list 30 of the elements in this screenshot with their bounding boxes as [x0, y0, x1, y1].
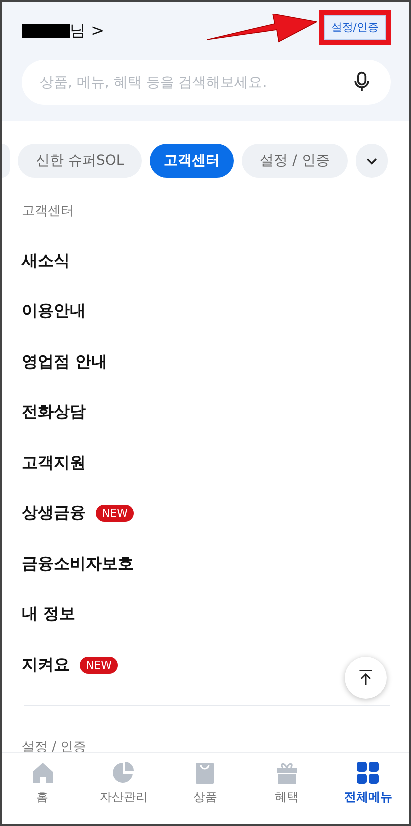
menu-item[interactable]: 영업점 안내 — [22, 352, 108, 373]
category-tab[interactable]: 설정 / 인증 — [242, 144, 348, 178]
category-tab[interactable]: 고객센터 — [150, 144, 234, 178]
new-badge: NEW — [96, 505, 134, 522]
menu-item[interactable]: 이용안내 — [22, 301, 86, 322]
menu-item[interactable]: 내 정보 — [22, 604, 76, 626]
section-title: 고객센터 — [21, 203, 75, 221]
grid-icon — [356, 761, 380, 785]
nav-tab[interactable]: 혜택 — [248, 761, 325, 806]
arrow-up-icon — [357, 669, 375, 687]
nav-tab[interactable]: 자산관리 — [86, 761, 162, 806]
new-badge: NEW — [80, 656, 118, 674]
menu-item[interactable]: 새소식 — [22, 250, 70, 272]
category-tab[interactable]: 신한 슈퍼SOL — [18, 144, 142, 178]
menu-item[interactable]: 전화상담 — [22, 402, 86, 424]
pie-chart-icon — [112, 761, 136, 785]
menu-item[interactable]: 상생금융 — [22, 503, 86, 524]
nav-tab[interactable]: 전체메뉴 — [330, 761, 406, 806]
scroll-to-top-button[interactable] — [345, 657, 387, 699]
nav-tab[interactable]: 홈 — [4, 761, 81, 806]
section-title: 설정 / 인증 — [21, 738, 88, 752]
user-name-link[interactable]: 님 > — [70, 20, 104, 42]
nav-tab[interactable]: 상품 — [167, 761, 244, 806]
menu-item[interactable]: 고객지원 — [22, 452, 86, 474]
gift-icon — [274, 761, 299, 785]
house-icon — [30, 761, 55, 785]
menu-item[interactable]: 지켜요 — [22, 654, 70, 676]
menu-item[interactable]: 금융소비자보호 — [22, 554, 134, 575]
settings-button[interactable]: 설정/인증 — [324, 14, 386, 40]
search-field[interactable]: 상품, 메뉴, 혜택 등을 검색해보세요. — [22, 60, 391, 105]
